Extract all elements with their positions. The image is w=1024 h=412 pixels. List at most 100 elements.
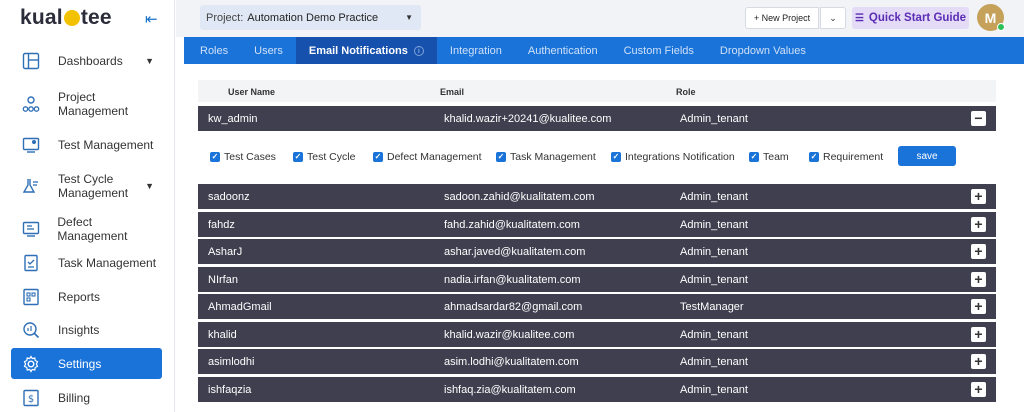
option-label: Test Cases <box>224 151 276 163</box>
notification-options: ✓ Test Cases ✓ Test Cycle ✓ Defect Manageme… <box>198 132 996 180</box>
chevron-down-icon[interactable]: ▼ <box>145 181 154 191</box>
tab-users[interactable]: Users <box>241 37 296 64</box>
tab-roles[interactable]: Roles <box>184 37 241 64</box>
row-user: khalid <box>208 328 237 341</box>
tab-integration[interactable]: Integration <box>437 37 515 64</box>
row-email: sadoon.zahid@kualitatem.com <box>444 191 595 203</box>
table-row[interactable]: asimlodhi asim.lodhi@kualitatem.com Admin_… <box>198 349 996 374</box>
table-row[interactable]: sadoonz sadoon.zahid@kualitatem.com Admin_… <box>198 184 996 209</box>
topbar: Project: Automation Demo Practice ▼ + Ne… <box>176 0 1024 37</box>
checkbox-checked-icon[interactable]: ✓ <box>611 152 621 162</box>
new-project-dropdown[interactable]: ⌄ <box>820 7 846 29</box>
save-button[interactable]: save <box>898 146 956 166</box>
option-label: Defect Management <box>387 151 482 163</box>
option-label: Team <box>763 151 789 163</box>
quick-start-guide-button[interactable]: ☰ Quick Start Guide <box>852 7 969 29</box>
billing-icon: $ <box>21 388 41 408</box>
sidebar-item-project-management[interactable]: Project Management <box>11 88 162 120</box>
kualitee-logo[interactable]: kual tee <box>20 6 112 30</box>
row-user: ishfaqzia <box>208 383 252 396</box>
online-status-icon <box>997 23 1005 31</box>
expand-icon[interactable]: + <box>971 189 986 204</box>
table-row[interactable]: ishfaqzia ishfaq.zia@kualitatem.com Admin_… <box>198 376 996 402</box>
sidebar-item-task-management[interactable]: Task Management <box>11 250 162 276</box>
sidebar-item-defect-management[interactable]: Defect Management <box>11 215 162 243</box>
checkbox-checked-icon[interactable]: ✓ <box>749 152 759 162</box>
expand-icon[interactable]: + <box>971 271 986 287</box>
sidebar-item-label: Test Cycle Management <box>58 172 129 200</box>
option-requirement[interactable]: ✓ Requirement <box>809 151 883 163</box>
tab-custom-fields[interactable]: Custom Fields <box>611 37 707 64</box>
expand-icon[interactable]: + <box>971 326 986 342</box>
sidebar-item-label: Task Management <box>58 256 157 270</box>
option-task-management[interactable]: ✓ Task Management <box>496 151 596 163</box>
sidebar-item-insights[interactable]: Insights <box>11 317 162 343</box>
sidebar: kual tee ⇤ Dashboards ▼ Project Managemen… <box>0 0 175 412</box>
chevron-down-icon: ▼ <box>405 13 413 22</box>
sidebar-item-label: Insights <box>58 323 100 337</box>
table-row[interactable]: fahdz fahd.zahid@kualitatem.com Admin_tena… <box>198 211 996 237</box>
svg-text:$: $ <box>28 394 34 405</box>
table-row[interactable]: khalid khalid.wazir@kualitee.com Admin_ten… <box>198 321 996 347</box>
chevron-down-icon: ⌄ <box>829 12 837 23</box>
table-row[interactable]: NIrfan nadia.irfan@kualitatem.com Admin_te… <box>198 266 996 292</box>
sidebar-item-settings[interactable]: Settings <box>11 348 162 379</box>
sidebar-item-label: Billing <box>58 391 91 405</box>
sidebar-item-reports[interactable]: Reports <box>11 284 162 310</box>
row-email: asim.lodhi@kualitatem.com <box>444 356 579 368</box>
collapse-icon[interactable]: − <box>971 111 986 126</box>
insights-icon <box>21 320 41 340</box>
option-team[interactable]: ✓ Team <box>749 151 789 163</box>
table-row[interactable]: AsharJ ashar.javed@kualitatem.com Admin_te… <box>198 239 996 264</box>
chevron-down-icon[interactable]: ▼ <box>145 56 154 66</box>
checkbox-checked-icon[interactable]: ✓ <box>373 152 383 162</box>
option-test-cycle[interactable]: ✓ Test Cycle <box>293 151 355 163</box>
tab-email-notifications[interactable]: Email Notifications i <box>295 37 437 64</box>
avatar-initial: M <box>984 9 997 26</box>
expand-icon[interactable]: + <box>971 244 986 259</box>
project-select[interactable]: Project: Automation Demo Practice ▼ <box>200 5 421 30</box>
gear-icon <box>21 354 41 374</box>
row-user: AsharJ <box>208 246 243 258</box>
sidebar-item-label: Project Management <box>58 90 129 118</box>
avatar[interactable]: M <box>977 4 1005 31</box>
tab-authentication[interactable]: Authentication <box>515 37 611 64</box>
row-role: TestManager <box>680 301 744 313</box>
checkbox-checked-icon[interactable]: ✓ <box>496 152 506 162</box>
sidebar-item-test-management[interactable]: Test Management <box>11 132 162 158</box>
row-email: nadia.irfan@kualitatem.com <box>444 273 581 286</box>
table-row[interactable]: AhmadGmail ahmadsardar82@gmail.com TestMan… <box>198 294 996 319</box>
row-role: Admin_tenant <box>680 191 748 203</box>
table-row-expanded[interactable]: kw_admin khalid.wazir+20241@kualitee.com… <box>198 106 996 131</box>
sidebar-item-billing[interactable]: $ Billing <box>11 385 162 411</box>
expand-icon[interactable]: + <box>971 299 986 314</box>
sidebar-item-label: Settings <box>58 356 102 371</box>
row-user: fahdz <box>208 218 235 231</box>
expand-icon[interactable]: + <box>971 381 986 397</box>
option-test-cases[interactable]: ✓ Test Cases <box>210 151 276 163</box>
sidebar-item-dashboards[interactable]: Dashboards ▼ <box>11 48 162 74</box>
expand-icon[interactable]: + <box>971 216 986 232</box>
new-project-button[interactable]: + New Project <box>745 7 819 29</box>
expand-icon[interactable]: + <box>971 354 986 369</box>
dashboard-icon <box>21 51 41 71</box>
sidebar-item-label: Dashboards <box>58 54 123 68</box>
collapse-sidebar-icon[interactable]: ⇤ <box>145 10 158 28</box>
option-integrations-notification[interactable]: ✓ Integrations Notification <box>611 151 735 163</box>
cycle-icon <box>21 176 41 196</box>
option-defect-management[interactable]: ✓ Defect Management <box>373 151 482 163</box>
row-role: Admin_tenant <box>680 218 748 231</box>
table-header: User Name Email Role <box>198 80 996 102</box>
project-label: Project: <box>206 11 244 24</box>
checkbox-checked-icon[interactable]: ✓ <box>210 152 220 162</box>
checkbox-checked-icon[interactable]: ✓ <box>809 152 819 162</box>
tab-label: Email Notifications <box>308 44 408 57</box>
option-label: Task Management <box>510 151 596 163</box>
row-user: asimlodhi <box>208 356 255 368</box>
checkbox-checked-icon[interactable]: ✓ <box>293 152 303 162</box>
sidebar-item-test-cycle-management[interactable]: Test Cycle Management ▼ <box>11 170 162 202</box>
sidebar-item-label: Test Management <box>58 138 154 152</box>
row-user: sadoonz <box>208 191 250 203</box>
row-role: Admin_tenant <box>680 113 748 125</box>
tab-dropdown-values[interactable]: Dropdown Values <box>707 37 819 64</box>
